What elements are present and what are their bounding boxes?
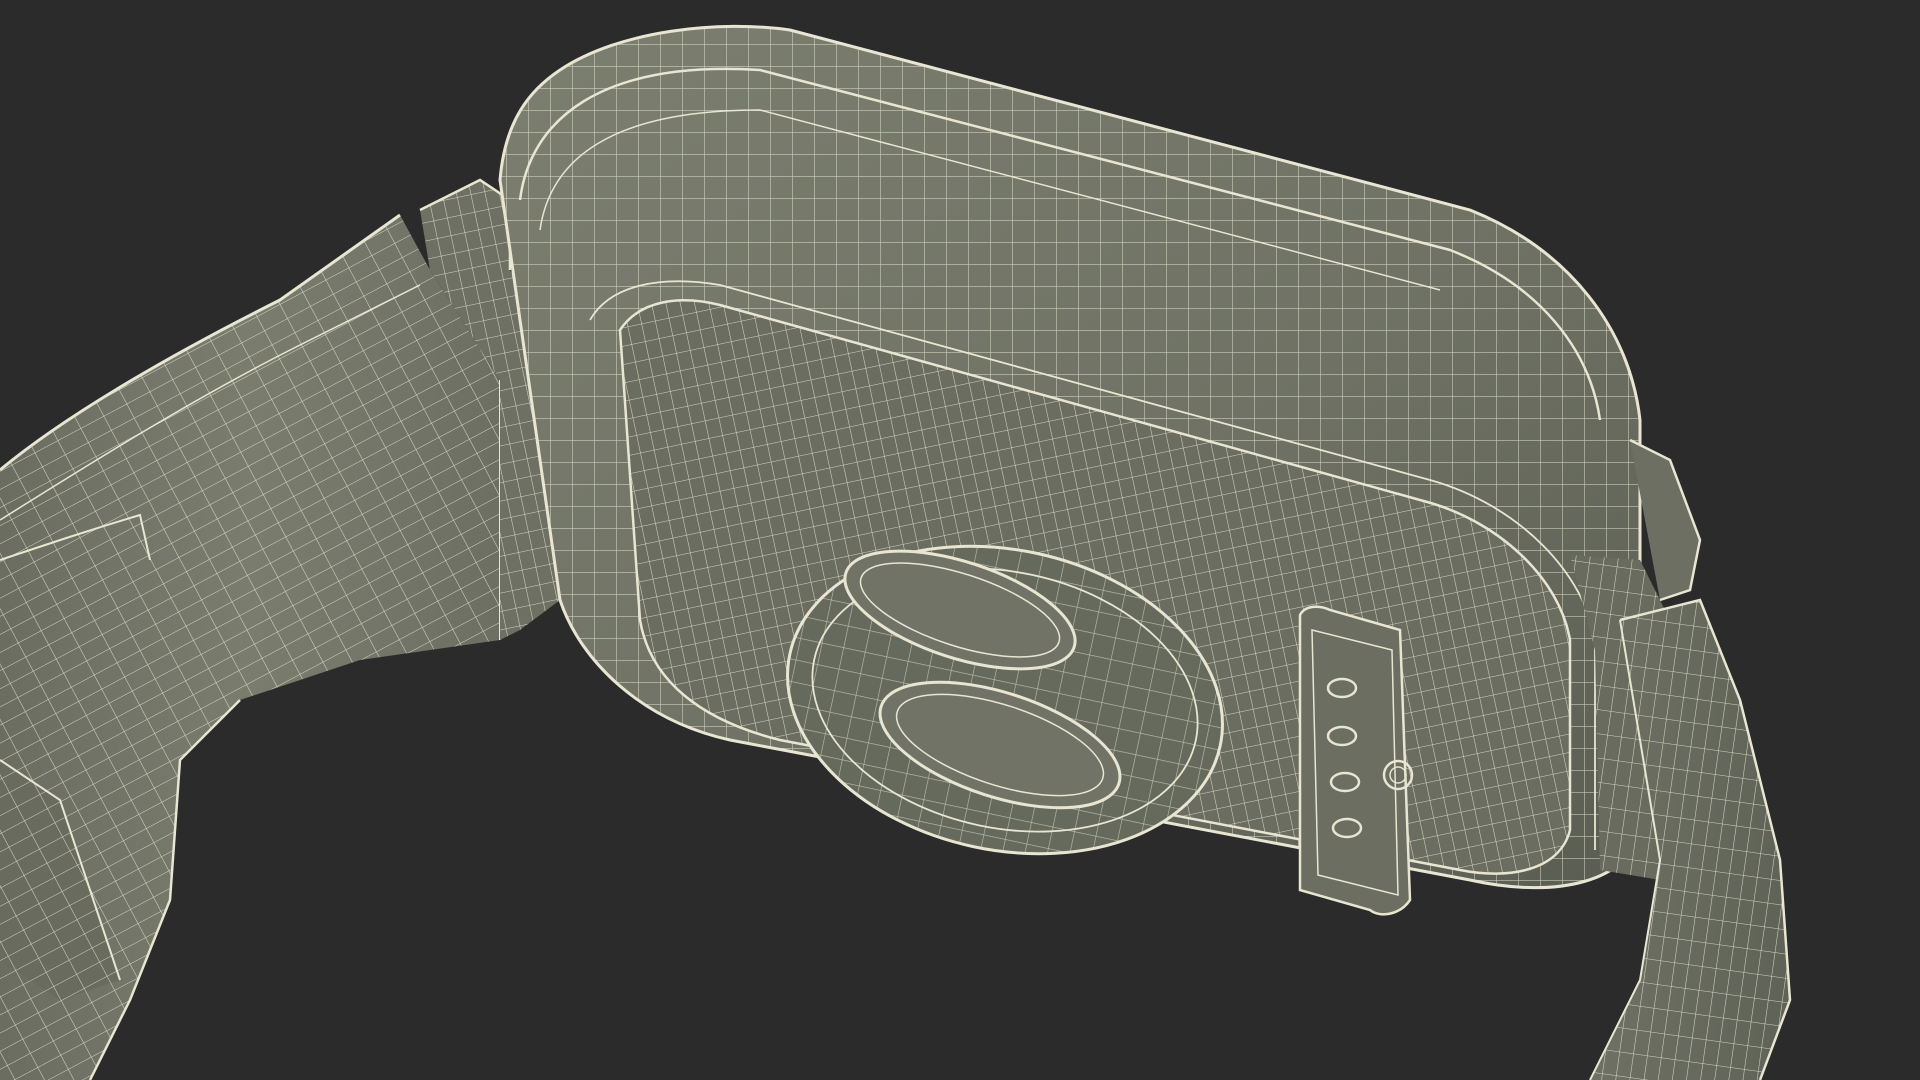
wireframe-render <box>0 24 1792 1080</box>
charging-contacts <box>1298 605 1414 916</box>
render-viewport <box>0 0 1920 1080</box>
